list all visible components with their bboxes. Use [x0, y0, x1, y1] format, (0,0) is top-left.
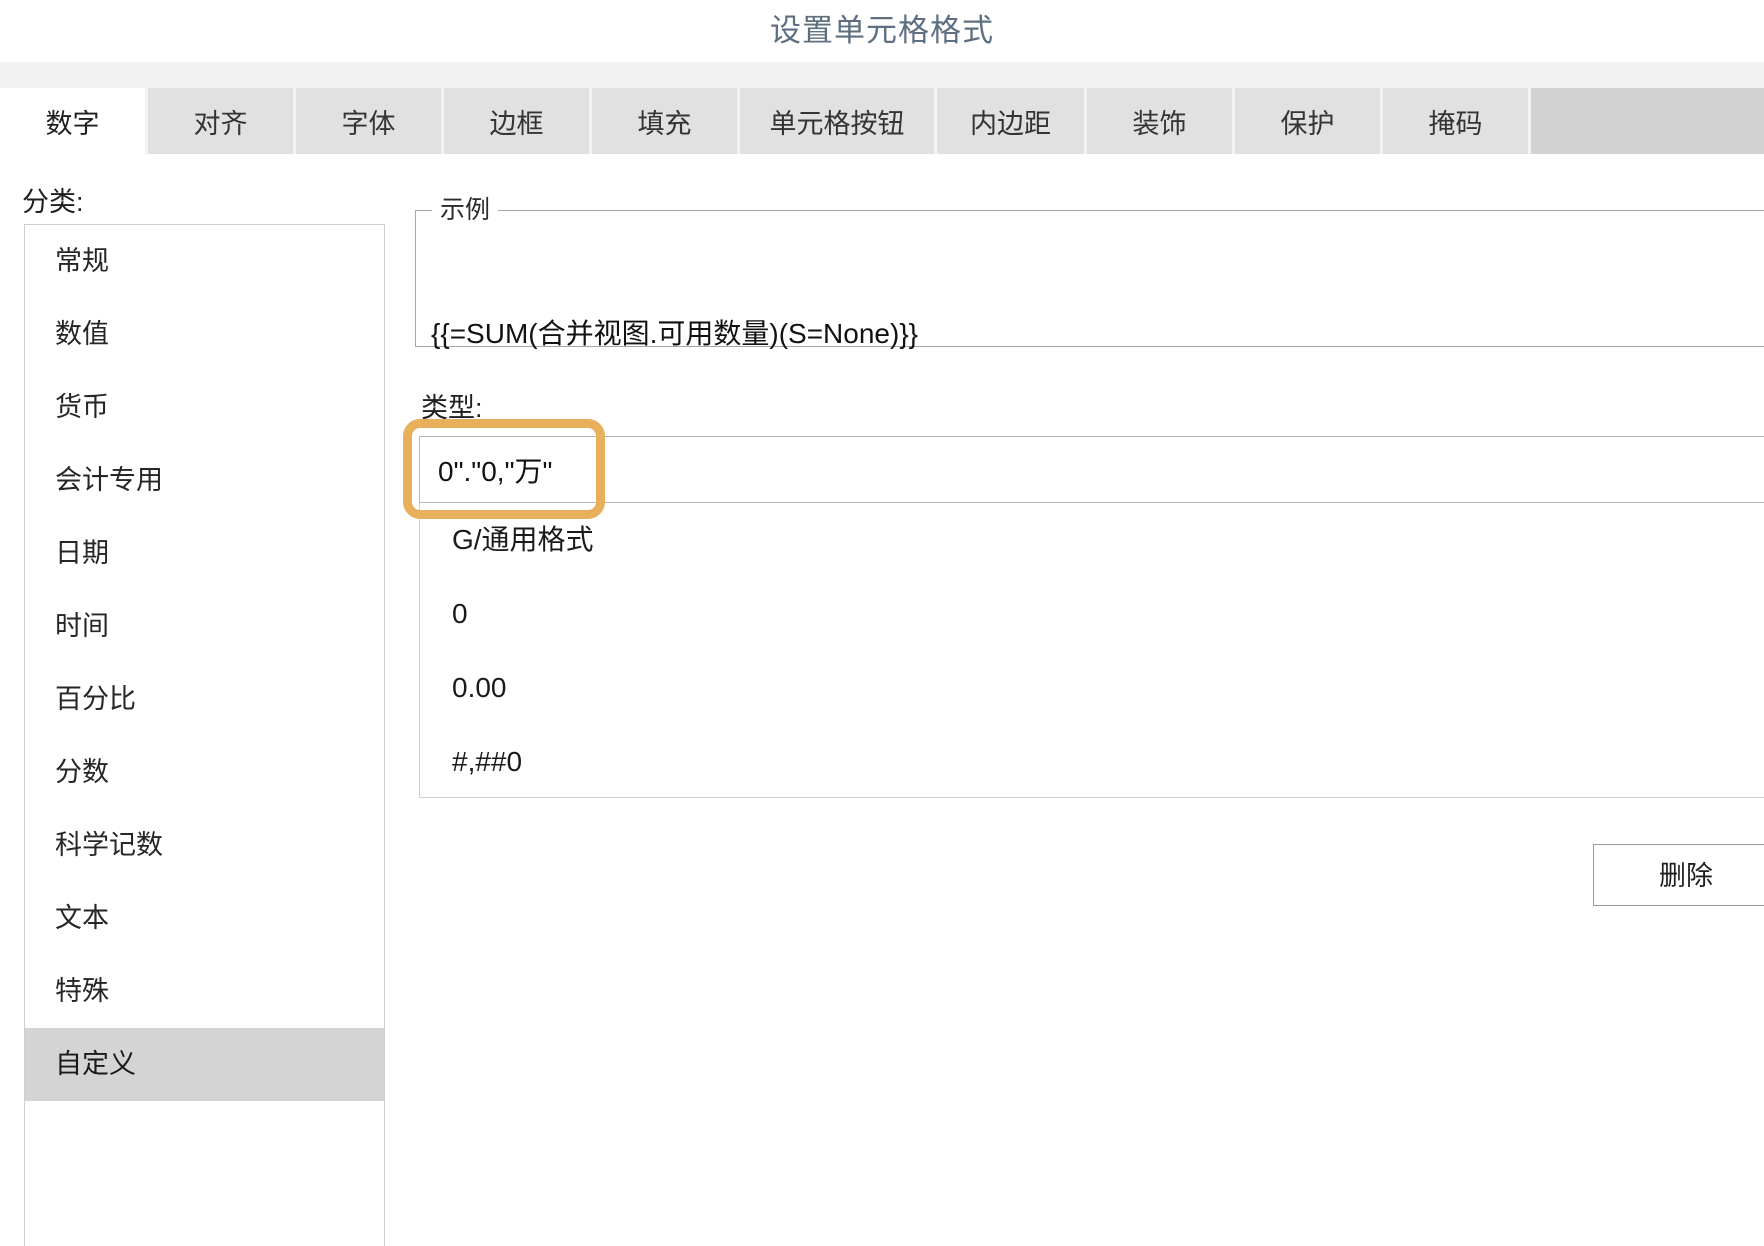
category-item-fraction[interactable]: 分数: [25, 736, 384, 809]
sample-legend: 示例: [432, 192, 499, 228]
format-option-label: 0: [452, 598, 468, 629]
format-option-thousands[interactable]: #,##0: [420, 725, 1764, 797]
tab-bar: 数字 对齐 字体 边框 填充 单元格按钮 内边距 装饰 保护 掩码: [0, 88, 1764, 154]
tab-label: 对齐: [193, 108, 248, 139]
delete-button[interactable]: 删除: [1593, 844, 1764, 906]
tabstrip-background: [0, 62, 1764, 88]
category-item-general[interactable]: 常规: [25, 225, 384, 298]
category-item-date[interactable]: 日期: [25, 517, 384, 590]
type-input[interactable]: [419, 436, 1764, 503]
tab-decoration[interactable]: 装饰: [1087, 88, 1235, 154]
format-option-zero[interactable]: 0: [420, 577, 1764, 651]
category-item-label: 常规: [55, 246, 109, 276]
tab-label: 单元格按钮: [769, 108, 905, 139]
category-item-label: 数值: [55, 319, 109, 349]
category-item-label: 时间: [55, 611, 109, 641]
dialog-body: 分类: 常规 数值 货币 会计专用 日期 时间 百分比 分数 科学记数 文本 特…: [0, 154, 1764, 1246]
tab-label: 字体: [341, 108, 396, 139]
type-label: 类型:: [421, 393, 483, 423]
tab-border[interactable]: 边框: [444, 88, 592, 154]
tab-alignment[interactable]: 对齐: [148, 88, 296, 154]
category-item-label: 文本: [55, 903, 109, 933]
category-item-label: 日期: [55, 538, 109, 568]
tab-padding[interactable]: 内边距: [937, 88, 1087, 154]
tab-label: 内边距: [970, 108, 1051, 139]
category-label: 分类:: [22, 187, 84, 217]
tab-font[interactable]: 字体: [296, 88, 444, 154]
tab-label: 装饰: [1132, 108, 1187, 139]
tab-label: 保护: [1280, 108, 1335, 139]
format-option-label: G/通用格式: [452, 524, 594, 555]
tab-cell-button[interactable]: 单元格按钮: [740, 88, 937, 154]
format-options-pane: 示例 {{=SUM(合并视图.可用数量)(S=None)}} 类型: G/通用格…: [403, 154, 1764, 1246]
dialog-title: 设置单元格格式: [770, 13, 994, 48]
tab-label: 数字: [45, 108, 100, 139]
category-item-label: 科学记数: [55, 830, 163, 860]
category-item-label: 会计专用: [55, 465, 163, 495]
tab-label: 掩码: [1428, 108, 1483, 139]
format-option-list[interactable]: G/通用格式 0 0.00 #,##0: [419, 503, 1764, 798]
category-item-percent[interactable]: 百分比: [25, 663, 384, 736]
category-item-label: 自定义: [55, 1049, 136, 1079]
category-item-custom[interactable]: 自定义: [25, 1028, 384, 1101]
format-option-general[interactable]: G/通用格式: [420, 503, 1764, 577]
category-item-label: 分数: [55, 757, 109, 787]
tab-protection[interactable]: 保护: [1235, 88, 1383, 154]
sample-value-text: {{=SUM(合并视图.可用数量)(S=None)}}: [431, 318, 919, 349]
format-option-label: #,##0: [452, 746, 523, 777]
category-item-label: 货币: [55, 392, 109, 422]
tab-mask[interactable]: 掩码: [1383, 88, 1531, 154]
category-item-number[interactable]: 数值: [25, 298, 384, 371]
category-item-time[interactable]: 时间: [25, 590, 384, 663]
tab-label: 填充: [637, 108, 692, 139]
tab-fill[interactable]: 填充: [592, 88, 740, 154]
tab-number[interactable]: 数字: [0, 88, 148, 154]
category-item-currency[interactable]: 货币: [25, 371, 384, 444]
category-item-label: 特殊: [55, 976, 109, 1006]
category-item-special[interactable]: 特殊: [25, 955, 384, 1028]
format-option-two-dec[interactable]: 0.00: [420, 651, 1764, 725]
category-item-scientific[interactable]: 科学记数: [25, 809, 384, 882]
category-item-label: 百分比: [55, 684, 136, 714]
category-list[interactable]: 常规 数值 货币 会计专用 日期 时间 百分比 分数 科学记数 文本 特殊 自定…: [24, 224, 385, 1246]
tab-label: 边框: [489, 108, 544, 139]
category-item-text[interactable]: 文本: [25, 882, 384, 955]
category-item-accounting[interactable]: 会计专用: [25, 444, 384, 517]
format-option-label: 0.00: [452, 672, 507, 703]
